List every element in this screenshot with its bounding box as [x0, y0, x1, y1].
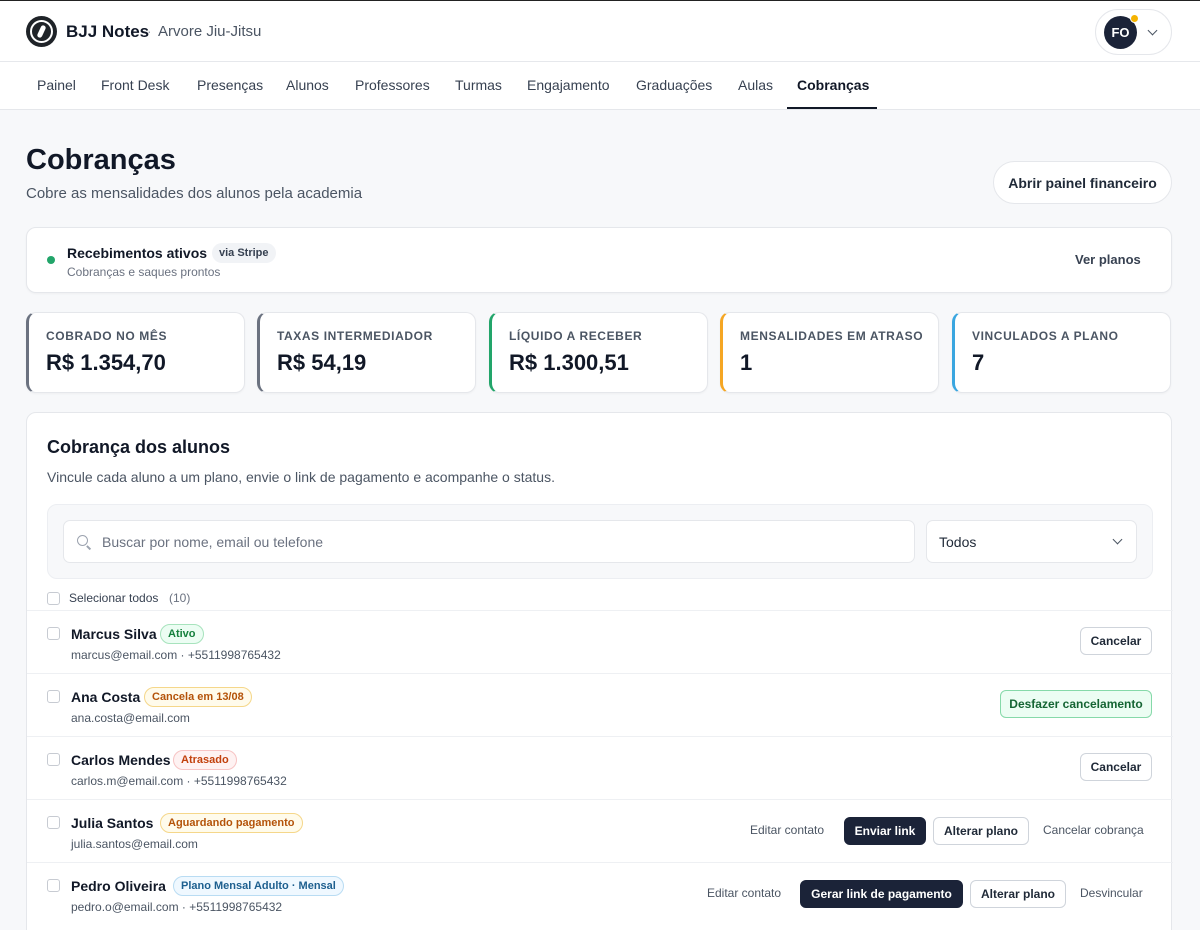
change-plan-button[interactable]: Alterar plano [933, 817, 1029, 845]
table-row: Julia Santos Aguardando pagamento julia.… [27, 799, 1173, 862]
section-subtitle: Vincule cada aluno a um plano, envie o l… [47, 469, 555, 485]
page-title: Cobranças [26, 144, 176, 176]
stat-label: LÍQUIDO A RECEBER [509, 329, 643, 343]
stat-card-fees: TAXAS INTERMEDIADOR R$ 54,19 [257, 312, 476, 393]
stat-card-overdue: MENSALIDADES EM ATRASO 1 [720, 312, 939, 393]
brand-separator: · [147, 23, 152, 39]
academy-name: Arvore Jiu-Jitsu [158, 23, 262, 40]
search-icon [77, 535, 88, 546]
tab-alunos[interactable]: Alunos [286, 77, 329, 93]
select-all-count: (10) [169, 591, 191, 605]
tab-professores[interactable]: Professores [355, 77, 430, 93]
brand-logo-icon[interactable] [26, 16, 57, 47]
student-name: Ana Costa [71, 689, 141, 705]
tab-front-desk[interactable]: Front Desk [101, 77, 169, 93]
stripe-badge: via Stripe [212, 243, 276, 263]
table-row: Carlos Mendes Atrasado carlos.m@email.co… [27, 736, 1173, 799]
student-contact: marcus@email.com · +5511998765432 [71, 648, 281, 662]
row-checkbox[interactable] [47, 879, 60, 892]
stat-value: 7 [972, 350, 985, 375]
stat-value: 1 [740, 350, 753, 375]
undo-cancel-button[interactable]: Desfazer cancelamento [1000, 690, 1152, 718]
active-tab-indicator [787, 107, 877, 109]
status-filter-value: Todos [939, 534, 977, 550]
tab-aulas[interactable]: Aulas [738, 77, 773, 93]
student-contact: ana.costa@email.com [71, 711, 190, 725]
student-contact: pedro.o@email.com · +5511998765432 [71, 900, 283, 914]
table-row: Ana Costa Cancela em 13/08 ana.costa@ema… [27, 673, 1173, 736]
stat-value: R$ 1.300,51 [509, 350, 629, 375]
filter-bar: Buscar por nome, email ou telefone Todos [47, 504, 1153, 579]
unlink-link[interactable]: Desvincular [1080, 886, 1143, 900]
status-badge: Atrasado [173, 750, 237, 770]
payments-status-title: Recebimentos ativos [67, 245, 208, 261]
plan-badge: Plano Mensal Adulto · Mensal [173, 876, 344, 896]
cancel-button[interactable]: Cancelar [1080, 627, 1152, 655]
row-checkbox[interactable] [47, 816, 60, 829]
change-plan-button[interactable]: Alterar plano [970, 880, 1066, 908]
open-finance-panel-button[interactable]: Abrir painel financeiro [993, 161, 1172, 204]
stat-label: TAXAS INTERMEDIADOR [277, 329, 433, 343]
student-contact: carlos.m@email.com · +5511998765432 [71, 774, 287, 788]
table-row: Marcus Silva Ativo marcus@email.com · +5… [27, 610, 1173, 673]
stat-card-net: LÍQUIDO A RECEBER R$ 1.300,51 [489, 312, 708, 393]
status-dot-icon [47, 256, 55, 264]
table-row: Pedro Oliveira Plano Mensal Adulto · Men… [27, 862, 1173, 925]
top-header: BJJ Notes · Arvore Jiu-Jitsu FO [0, 0, 1200, 62]
main-nav: Painel Front Desk Presenças Alunos Profe… [0, 62, 1200, 110]
search-placeholder: Buscar por nome, email ou telefone [102, 534, 324, 550]
page-subtitle: Cobre as mensalidades dos alunos pela ac… [26, 185, 363, 202]
generate-payment-link-button[interactable]: Gerar link de pagamento [800, 880, 963, 908]
search-input[interactable]: Buscar por nome, email ou telefone [63, 520, 915, 563]
stat-label: COBRADO NO MÊS [46, 329, 168, 343]
edit-contact-link[interactable]: Editar contato [750, 823, 824, 837]
edit-contact-link[interactable]: Editar contato [707, 886, 781, 900]
tab-cobrancas[interactable]: Cobranças [797, 77, 869, 93]
stat-card-charged: COBRADO NO MÊS R$ 1.354,70 [26, 312, 245, 393]
student-name: Carlos Mendes [71, 752, 171, 768]
user-menu-button[interactable]: FO [1095, 9, 1172, 55]
notification-dot-icon [1130, 14, 1139, 23]
row-checkbox[interactable] [47, 690, 60, 703]
student-name: Marcus Silva [71, 626, 157, 642]
tab-turmas[interactable]: Turmas [455, 77, 502, 93]
cancel-button[interactable]: Cancelar [1080, 753, 1152, 781]
row-checkbox[interactable] [47, 753, 60, 766]
stat-value: R$ 54,19 [277, 350, 367, 375]
view-plans-link[interactable]: Ver planos [1075, 252, 1141, 267]
payments-status-card: Recebimentos ativos via Stripe Cobranças… [26, 227, 1172, 293]
select-all-checkbox[interactable] [47, 592, 60, 605]
stat-label: MENSALIDADES EM ATRASO [740, 329, 924, 343]
section-title: Cobrança dos alunos [47, 437, 231, 457]
student-name: Julia Santos [71, 815, 154, 831]
stat-value: R$ 1.354,70 [46, 350, 166, 375]
brand-name[interactable]: BJJ Notes [66, 22, 149, 42]
tab-graduacoes[interactable]: Graduações [636, 77, 712, 93]
tab-engajamento[interactable]: Engajamento [527, 77, 610, 93]
payments-status-subtitle: Cobranças e saques prontos [67, 265, 221, 279]
cancel-charge-link[interactable]: Cancelar cobrança [1043, 823, 1144, 837]
send-link-button[interactable]: Enviar link [844, 817, 926, 845]
tab-presencas[interactable]: Presenças [197, 77, 263, 93]
row-checkbox[interactable] [47, 627, 60, 640]
status-filter-select[interactable]: Todos [926, 520, 1137, 563]
stat-card-linked: VINCULADOS A PLANO 7 [952, 312, 1171, 393]
student-contact: julia.santos@email.com [71, 837, 198, 851]
chevron-down-icon [1147, 25, 1158, 36]
status-badge: Aguardando pagamento [160, 813, 303, 833]
stat-label: VINCULADOS A PLANO [972, 329, 1119, 343]
student-billing-card: Cobrança dos alunos Vincule cada aluno a… [26, 412, 1173, 930]
chevron-down-icon [1112, 534, 1123, 545]
status-badge: Ativo [160, 624, 204, 644]
tab-painel[interactable]: Painel [37, 77, 76, 93]
status-badge: Cancela em 13/08 [144, 687, 252, 707]
select-all-label[interactable]: Selecionar todos [69, 591, 158, 605]
student-name: Pedro Oliveira [71, 878, 166, 894]
